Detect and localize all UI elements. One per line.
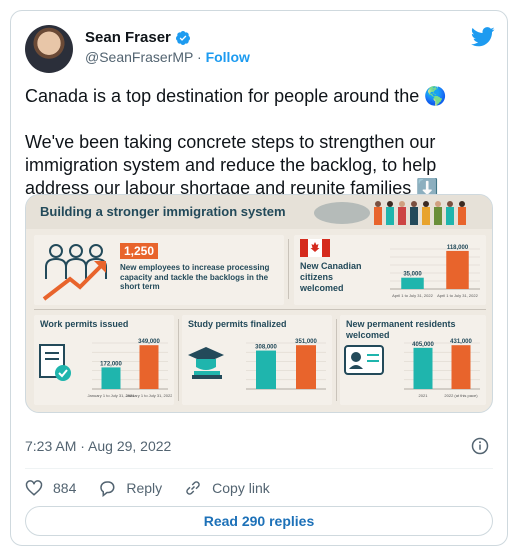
- chart-bar: [256, 350, 276, 389]
- copy-link-label: Copy link: [212, 480, 270, 496]
- canada-flag-icon: [300, 239, 330, 257]
- infographic-title-bar: Building a stronger immigration system: [26, 195, 492, 229]
- document-check-icon: [39, 344, 71, 381]
- citizens-title: New Canadian citizens welcomed: [300, 261, 362, 293]
- infographic-title: Building a stronger immigration system: [40, 204, 286, 219]
- tweet-text-line2: We've been taking concrete steps to stre…: [25, 132, 439, 198]
- new-employees-count: 1,250: [120, 243, 159, 259]
- chart-category-label: 2021: [419, 393, 429, 398]
- copy-link-button[interactable]: Copy link: [184, 479, 270, 497]
- new-employees-desc: New employees to increase processing cap…: [120, 263, 270, 291]
- chart-category-label: April 1 to July 31, 2022: [392, 293, 433, 298]
- author-name[interactable]: Sean Fraser: [85, 29, 171, 46]
- link-icon: [186, 481, 200, 495]
- people-illustration: [314, 201, 466, 225]
- twitter-bird-icon[interactable]: [471, 27, 495, 47]
- chart-data-label: 351,000: [295, 339, 317, 345]
- chart-data-label: 35,000: [403, 272, 422, 278]
- tweet-card: Sean Fraser @SeanFraserMP · Follow Canad…: [10, 10, 508, 546]
- chart-data-label: 431,000: [450, 339, 472, 345]
- chart-bar: [446, 250, 469, 289]
- tweet-text: Canada is a top destination for people a…: [25, 85, 495, 200]
- read-replies-button[interactable]: Read 290 replies: [25, 506, 493, 536]
- chart-bar: [101, 367, 121, 389]
- avatar[interactable]: [25, 25, 73, 73]
- author-name-row: Sean Fraser: [85, 29, 191, 46]
- work-permits-title: Work permits issued: [40, 319, 129, 329]
- vertical-divider: [336, 319, 337, 401]
- graduation-cap-icon: [188, 347, 224, 379]
- vertical-divider: [178, 319, 179, 401]
- chart-bar: [451, 345, 471, 389]
- reply-button[interactable]: Reply: [98, 479, 162, 497]
- chart-data-label: 118,000: [447, 245, 469, 251]
- author-handle[interactable]: @SeanFraserMP: [85, 49, 193, 65]
- people-arrow-icon: [42, 244, 107, 301]
- chart-category-label: January 1 to July 31, 2022: [126, 393, 172, 398]
- verified-badge-icon: [175, 30, 190, 45]
- chart-bar: [139, 345, 159, 389]
- follow-button[interactable]: Follow: [206, 49, 250, 65]
- citizens-panel: New Canadian citizens welcomed 35,000 Apr…: [294, 235, 486, 305]
- chart-data-label: 405,000: [412, 342, 434, 348]
- chart-bar: [296, 345, 316, 389]
- tweet-timestamp[interactable]: 7:23 AM · Aug 29, 2022: [25, 438, 171, 454]
- reply-bubble-icon: [100, 481, 115, 497]
- study-permits-chart: 308,000 351,000: [246, 339, 326, 390]
- heart-icon: [25, 480, 43, 496]
- tweet-media-image[interactable]: Building a stronger immigration system 1…: [25, 194, 493, 413]
- permanent-residents-panel: New permanent residents welcomed 405,000…: [340, 315, 486, 405]
- id-card-icon: [344, 345, 384, 375]
- study-permits-title: Study permits finalized: [188, 319, 287, 329]
- chart-category-label: 2022 (at this pace): [444, 393, 478, 398]
- chart-bar: [401, 277, 424, 289]
- separator-dot: ·: [197, 49, 202, 65]
- chart-data-label: 308,000: [255, 345, 277, 351]
- permanent-residents-chart: 405,000 2021 431,000 2022 (at this pace): [404, 339, 480, 398]
- divider: [25, 468, 493, 469]
- tweet-text-line1: Canada is a top destination for people a…: [25, 86, 447, 106]
- chart-data-label: 349,000: [138, 339, 160, 345]
- study-permits-panel: Study permits finalized 308,000 351,000: [182, 315, 332, 405]
- like-count: 884: [53, 480, 77, 496]
- horizontal-divider: [34, 309, 486, 310]
- info-icon[interactable]: [471, 437, 489, 455]
- reply-label: Reply: [126, 480, 163, 496]
- vertical-divider: [288, 239, 289, 299]
- like-button[interactable]: 884: [25, 479, 76, 497]
- tweet-header: Sean Fraser @SeanFraserMP · Follow: [25, 25, 495, 73]
- citizens-chart: 35,000 April 1 to July 31, 2022 118,000 Apr…: [390, 245, 480, 298]
- work-permits-chart: 172,000January 1 to July 31, 2021349,000…: [88, 339, 172, 398]
- work-permits-panel: Work permits issued 172,000 January 1 to …: [34, 315, 174, 405]
- chart-bar: [413, 347, 433, 389]
- chart-data-label: 172,000: [100, 361, 122, 367]
- action-bar: 884 Reply Copy link: [25, 475, 292, 501]
- chart-category-label: April 1 to July 31, 2022: [437, 293, 478, 298]
- author-handle-row: @SeanFraserMP · Follow: [85, 49, 250, 65]
- employees-panel: 1,250 New employees to increase processi…: [34, 235, 284, 305]
